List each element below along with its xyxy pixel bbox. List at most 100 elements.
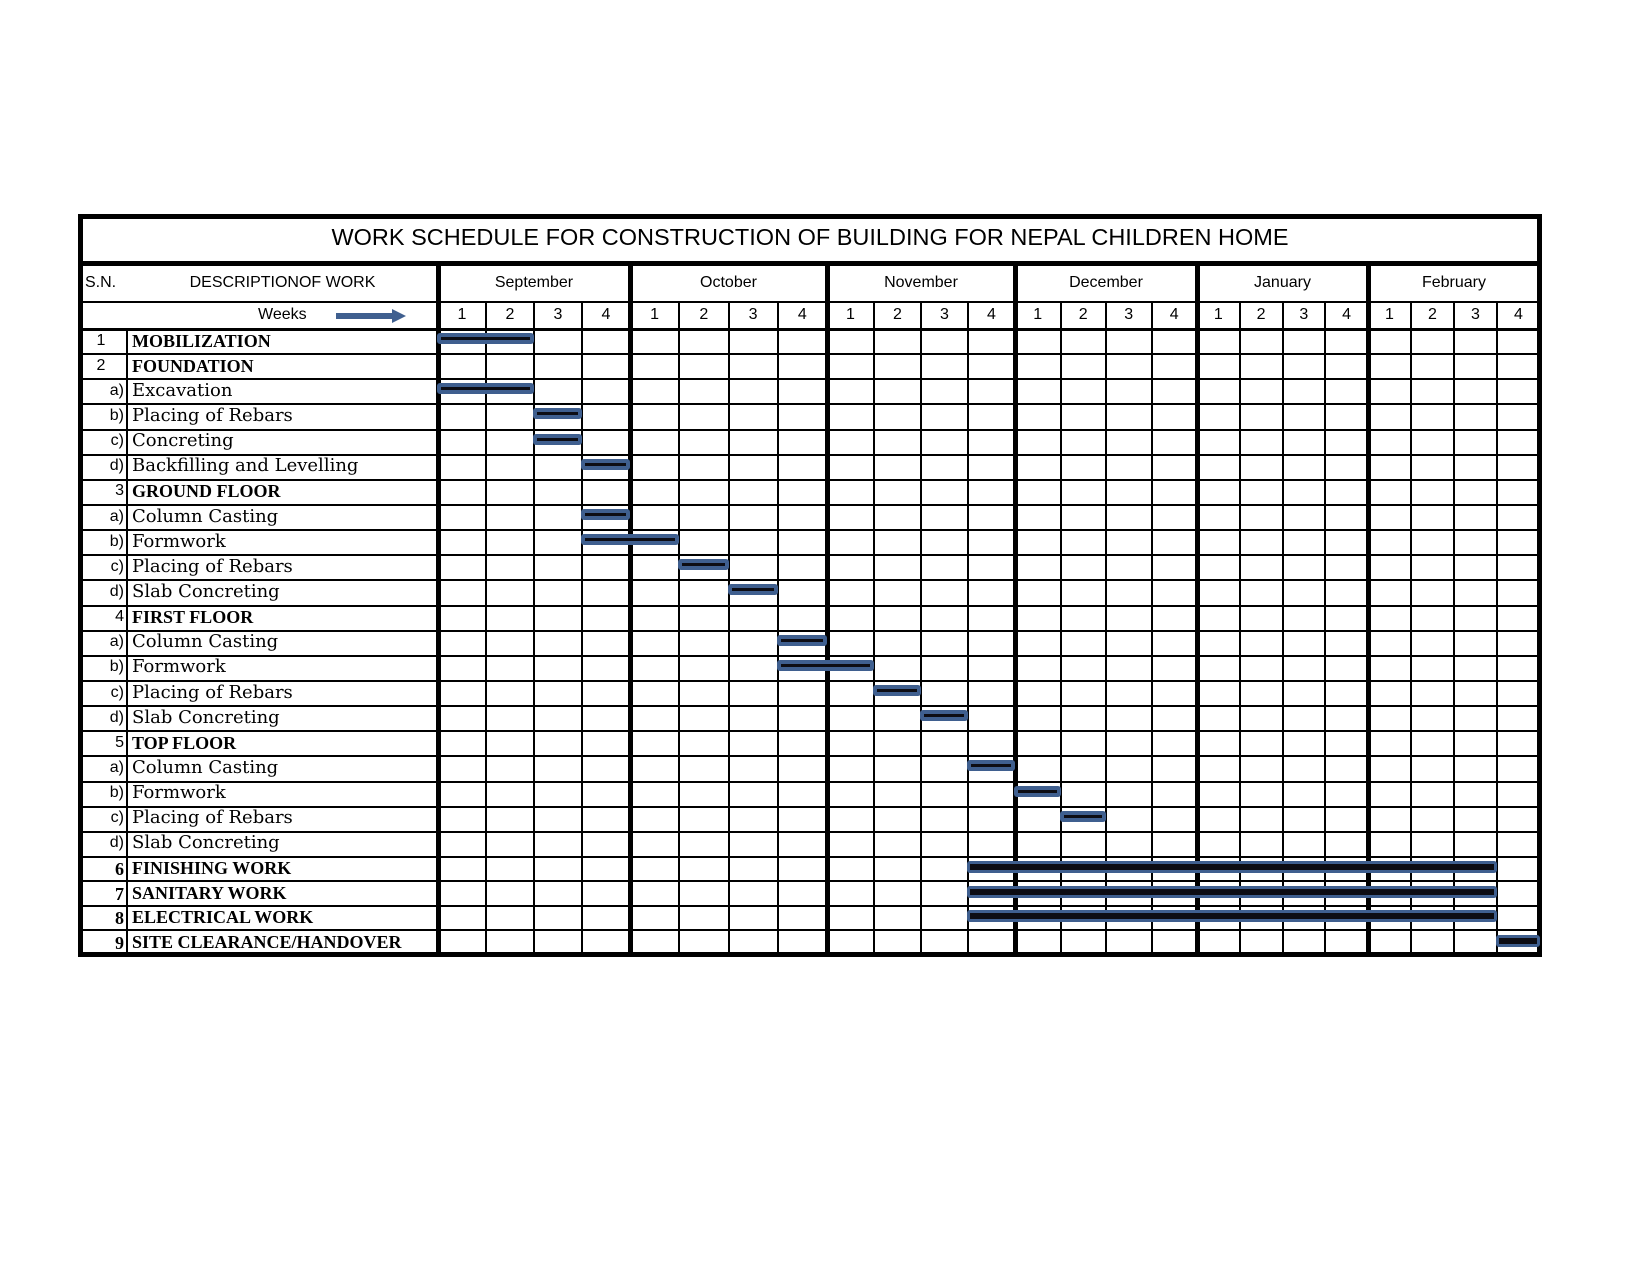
gantt-bar xyxy=(581,509,630,521)
gantt-bar xyxy=(581,534,680,546)
week-number: 1 xyxy=(1033,306,1043,323)
task-heading: FIRST FLOOR xyxy=(132,607,254,628)
row-divider xyxy=(80,503,1540,506)
month-divider xyxy=(1013,263,1018,955)
week-divider xyxy=(967,302,969,955)
schedule-table-border xyxy=(78,214,1542,957)
row-divider xyxy=(80,805,1540,808)
task-heading: GROUND FLOOR xyxy=(132,481,281,502)
task-name: Placing of Rebars xyxy=(132,681,293,703)
gantt-bar xyxy=(678,559,729,571)
row-divider xyxy=(80,705,1540,708)
task-name: Placing of Rebars xyxy=(132,404,293,426)
row-divider xyxy=(80,855,1540,858)
week-divider xyxy=(533,302,535,955)
month-label: January xyxy=(1254,274,1311,291)
task-sn: 2 xyxy=(96,356,106,374)
sn-header: S.N. xyxy=(85,274,117,291)
gantt-bar xyxy=(533,408,582,420)
week-number: 2 xyxy=(505,306,515,323)
task-heading: MOBILIZATION xyxy=(132,330,271,351)
row-divider xyxy=(80,654,1540,657)
task-heading: TOP FLOOR xyxy=(132,732,237,753)
task-name: Placing of Rebars xyxy=(132,807,293,829)
week-number: 2 xyxy=(1078,306,1088,323)
task-sn: d) xyxy=(109,708,124,726)
task-name: Backfilling and Levelling xyxy=(132,455,359,477)
week-row-divider xyxy=(80,328,1540,331)
gantt-bar xyxy=(1059,810,1106,822)
week-number: 3 xyxy=(748,306,758,323)
week-number: 4 xyxy=(1342,306,1352,323)
week-number: 2 xyxy=(1428,306,1437,323)
week-number: 1 xyxy=(1385,306,1394,323)
gantt-bar xyxy=(437,333,534,345)
week-divider xyxy=(581,302,583,955)
week-divider xyxy=(776,302,779,955)
week-divider xyxy=(1105,302,1107,955)
task-name: Slab Concreting xyxy=(132,832,280,854)
task-sn: 6 xyxy=(115,859,124,880)
row-divider xyxy=(80,755,1540,758)
task-name: Column Casting xyxy=(132,505,279,527)
title-divider xyxy=(80,261,1540,266)
description-header: DESCRIPTIONOF WORK xyxy=(189,274,376,291)
row-divider xyxy=(80,428,1540,431)
row-divider xyxy=(80,629,1540,632)
week-divider xyxy=(1150,302,1153,955)
gantt-bar xyxy=(727,584,778,596)
month-label: September xyxy=(494,274,574,291)
week-number: 4 xyxy=(1514,306,1523,323)
row-divider xyxy=(80,679,1540,682)
week-number: 2 xyxy=(699,306,709,323)
month-label: December xyxy=(1069,274,1143,291)
task-name: Formwork xyxy=(132,782,226,804)
task-sn: c) xyxy=(110,809,124,827)
gantt-bar xyxy=(967,760,1015,772)
gantt-bar xyxy=(776,659,874,671)
gantt-bar xyxy=(873,685,921,697)
week-number: 1 xyxy=(846,306,855,323)
row-divider xyxy=(80,880,1540,883)
task-sn: 4 xyxy=(115,608,124,626)
task-sn: 8 xyxy=(115,908,124,929)
task-sn: b) xyxy=(109,406,124,424)
right-arrow-icon xyxy=(336,309,406,323)
schedule-title: WORK SCHEDULE FOR CONSTRUCTION OF BUILDI… xyxy=(331,224,1289,250)
task-sn: c) xyxy=(110,557,124,575)
task-name: Slab Concreting xyxy=(132,580,280,602)
task-heading: ELECTRICAL WORK xyxy=(132,907,314,928)
week-divider xyxy=(1281,302,1284,955)
task-name: Formwork xyxy=(132,656,226,678)
row-divider xyxy=(80,378,1540,381)
task-name: Concreting xyxy=(132,430,234,452)
task-name: Column Casting xyxy=(132,756,279,778)
week-divider xyxy=(1059,302,1062,955)
sn-column-divider xyxy=(126,329,128,955)
task-name: Placing of Rebars xyxy=(132,555,293,577)
description-column-divider xyxy=(436,263,441,955)
row-divider xyxy=(80,579,1540,582)
task-sn: 1 xyxy=(96,331,106,349)
gantt-bar xyxy=(920,710,968,722)
task-sn: d) xyxy=(109,834,124,852)
row-divider xyxy=(80,730,1540,733)
month-label: November xyxy=(884,274,958,291)
gantt-bar xyxy=(437,383,534,395)
task-sn: 5 xyxy=(115,733,124,751)
week-divider xyxy=(1324,302,1327,955)
week-number: 4 xyxy=(601,306,611,323)
task-name: Formwork xyxy=(132,530,226,552)
week-divider xyxy=(920,302,922,955)
month-divider xyxy=(1195,263,1200,955)
week-number: 4 xyxy=(987,306,996,323)
gantt-bar xyxy=(1014,785,1061,797)
week-number: 3 xyxy=(1124,306,1134,323)
task-sn: a) xyxy=(109,758,124,776)
week-divider xyxy=(1496,302,1498,955)
week-divider xyxy=(1410,302,1412,955)
week-number: 4 xyxy=(797,306,807,323)
row-divider xyxy=(80,604,1540,607)
gantt-bar xyxy=(967,885,1497,898)
month-label: February xyxy=(1421,274,1487,291)
